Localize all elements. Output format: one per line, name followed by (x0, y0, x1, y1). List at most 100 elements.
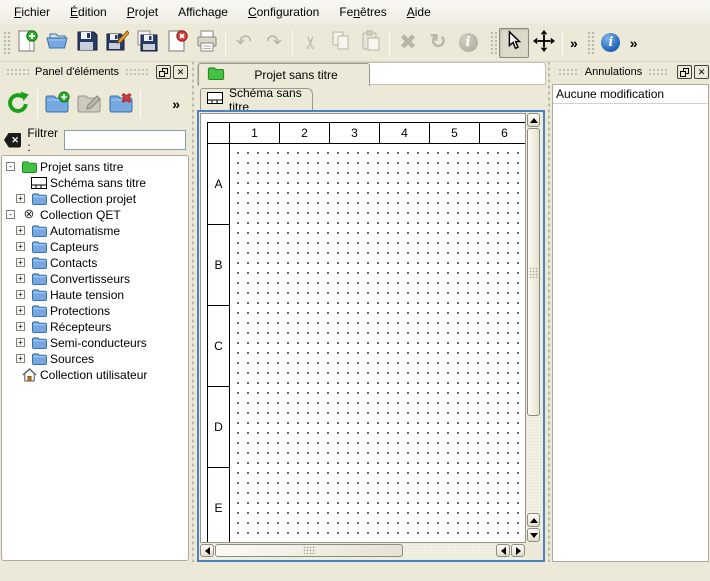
menu-fichier[interactable]: Fichier (4, 2, 60, 22)
clear-filter-icon[interactable]: ✕ (4, 133, 21, 148)
tree-item-sources[interactable]: + Sources (2, 351, 188, 367)
toolbar-overflow-button[interactable]: » (566, 35, 582, 51)
tree-item-collection-qet[interactable]: - ⊗ Collection QET (2, 207, 188, 223)
scroll-left-button[interactable] (200, 544, 214, 557)
project-tab[interactable]: Projet sans titre (198, 63, 370, 86)
float-panel-button[interactable] (677, 65, 692, 79)
close-icon: ✕ (177, 68, 185, 77)
horizontal-scrollbar[interactable] (200, 544, 526, 559)
tree-item-recepteurs[interactable]: + Récepteurs (2, 319, 188, 335)
titlebar-texture (6, 68, 29, 76)
expand-expander-icon[interactable]: + (12, 255, 30, 271)
expand-expander-icon[interactable]: + (12, 335, 30, 351)
toolbar-overflow-button[interactable]: » (626, 35, 642, 51)
menu-projet[interactable]: Projet (117, 2, 168, 22)
tree-item-convertisseurs[interactable]: + Convertisseurs (2, 271, 188, 287)
menu-affichage[interactable]: Affichage (168, 2, 238, 22)
collapse-expander-icon[interactable]: - (2, 207, 20, 223)
elements-tree: - Projet sans titre Schéma sans titre + … (1, 155, 189, 561)
arrow-down-icon (530, 533, 538, 538)
toolbar-drag-handle[interactable] (586, 30, 594, 56)
new-category-button[interactable] (41, 88, 73, 120)
folder-add-icon (44, 90, 70, 119)
tree-item-schema[interactable]: Schéma sans titre (2, 175, 188, 191)
cut-button[interactable]: ✂ (296, 28, 326, 58)
save-button[interactable] (72, 28, 102, 58)
close-panel-button[interactable]: ✕ (694, 65, 709, 79)
save-all-button[interactable] (132, 28, 162, 58)
reload-collections-button[interactable] (2, 88, 34, 120)
expand-expander-icon[interactable]: + (12, 191, 30, 207)
float-panel-button[interactable] (156, 65, 171, 79)
menu-edition[interactable]: Édition (60, 2, 117, 22)
rotate-button[interactable]: ↻ (423, 28, 453, 58)
horizontal-scroll-thumb[interactable] (215, 544, 403, 557)
tree-item-collection-utilisateur[interactable]: Collection utilisateur (2, 367, 188, 383)
elements-panel-titlebar[interactable]: Panel d'éléments ✕ (0, 62, 190, 82)
print-button[interactable] (192, 28, 222, 58)
undo-panel-titlebar[interactable]: Annulations ✕ (552, 62, 710, 82)
edit-category-button[interactable] (73, 88, 105, 120)
expand-expander-icon[interactable]: + (12, 303, 30, 319)
scroll-down-button[interactable] (527, 528, 540, 542)
toolbar-drag-handle[interactable] (2, 30, 10, 56)
expand-expander-icon[interactable]: + (12, 287, 30, 303)
undo-list-item[interactable]: Aucune modification (553, 85, 708, 104)
tree-item-collection-projet[interactable]: + Collection projet (2, 191, 188, 207)
titlebar-texture (648, 68, 669, 76)
diagram-grid-area[interactable] (230, 144, 526, 543)
scroll-up-button[interactable] (527, 113, 540, 127)
folder-icon (30, 239, 48, 255)
vertical-scrollbar[interactable] (527, 113, 542, 543)
expand-expander-icon[interactable]: + (12, 351, 30, 367)
expand-expander-icon[interactable]: + (12, 319, 30, 335)
expand-expander-icon[interactable]: + (12, 239, 30, 255)
delete-category-button[interactable] (105, 88, 137, 120)
diagram-corner-cell (208, 123, 230, 144)
save-as-button[interactable] (102, 28, 132, 58)
undo-button[interactable]: ↶ (229, 28, 259, 58)
tree-item-contacts[interactable]: + Contacts (2, 255, 188, 271)
tree-item-haute-tension[interactable]: + Haute tension (2, 287, 188, 303)
scroll-left-button-2[interactable] (496, 544, 510, 557)
open-project-button[interactable] (42, 28, 72, 58)
folder-icon (30, 271, 48, 287)
close-icon: ✕ (698, 68, 706, 77)
collapse-expander-icon[interactable]: - (2, 159, 20, 175)
element-info-button[interactable]: i (453, 28, 483, 58)
menu-aide[interactable]: Aide (397, 2, 441, 22)
tree-item-protections[interactable]: + Protections (2, 303, 188, 319)
project-tab-bar: Projet sans titre (197, 62, 546, 85)
tree-item-semi-conducteurs[interactable]: + Semi-conducteurs (2, 335, 188, 351)
vertical-scroll-thumb[interactable] (527, 128, 540, 416)
about-info-button[interactable]: i (596, 28, 626, 58)
scroll-up-button-2[interactable] (527, 513, 540, 527)
tree-item-capteurs[interactable]: + Capteurs (2, 239, 188, 255)
menu-fenetres[interactable]: Fenêtres (329, 2, 396, 22)
schema-canvas[interactable]: 1 2 3 4 5 6 A B C D E (200, 113, 526, 543)
copy-button[interactable] (326, 28, 356, 58)
filter-input[interactable] (64, 130, 186, 150)
left-splitter-handle[interactable] (190, 62, 196, 562)
new-project-button[interactable] (12, 28, 42, 58)
menu-configuration[interactable]: Configuration (238, 2, 329, 22)
expand-expander-icon[interactable]: + (12, 223, 30, 239)
scroll-right-button[interactable] (511, 544, 525, 557)
redo-button[interactable]: ↷ (259, 28, 289, 58)
project-folder-icon (207, 67, 225, 83)
close-panel-button[interactable]: ✕ (173, 65, 188, 79)
tree-item-automatisme[interactable]: + Automatisme (2, 223, 188, 239)
tree-item-project[interactable]: - Projet sans titre (2, 159, 188, 175)
schema-tab[interactable]: Schéma sans titre (200, 88, 313, 110)
select-mode-button[interactable] (499, 28, 529, 58)
panel-toolbar-overflow-button[interactable]: » (172, 96, 180, 112)
toolbar-drag-handle[interactable] (489, 30, 497, 56)
delete-button[interactable]: ✖ (393, 28, 423, 58)
expand-expander-icon[interactable]: + (12, 271, 30, 287)
paste-button[interactable] (356, 28, 386, 58)
delete-icon: ✖ (399, 33, 417, 52)
undo-panel-title: Annulations (585, 66, 643, 78)
close-file-button[interactable] (162, 28, 192, 58)
move-mode-button[interactable] (529, 28, 559, 58)
arrow-up-icon (530, 118, 538, 123)
